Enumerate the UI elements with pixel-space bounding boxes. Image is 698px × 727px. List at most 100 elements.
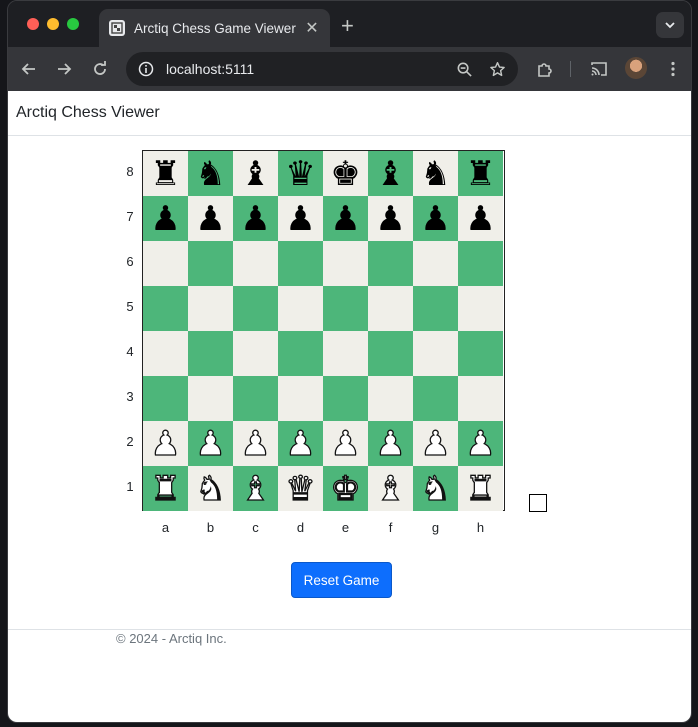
board-square-g3[interactable]: [413, 376, 458, 421]
chess-piece[interactable]: ♟: [330, 202, 360, 236]
board-square-b6[interactable]: [188, 241, 233, 286]
board-square-c8[interactable]: ♝: [233, 151, 278, 196]
board-square-f7[interactable]: ♟: [368, 196, 413, 241]
chess-piece[interactable]: ♟: [195, 426, 227, 461]
forward-arrow-icon[interactable]: [53, 58, 75, 80]
chess-piece[interactable]: ♟: [150, 426, 182, 461]
zoom-out-icon[interactable]: [456, 61, 473, 78]
chess-piece[interactable]: ♝: [375, 157, 405, 191]
chess-piece[interactable]: ♟: [465, 426, 497, 461]
board-square-c2[interactable]: ♟: [233, 421, 278, 466]
chess-piece[interactable]: ♚: [330, 471, 362, 506]
board-square-a1[interactable]: ♜: [143, 466, 188, 511]
board-square-h8[interactable]: ♜: [458, 151, 503, 196]
board-square-b7[interactable]: ♟: [188, 196, 233, 241]
reset-game-button[interactable]: Reset Game: [291, 562, 392, 598]
board-square-e5[interactable]: [323, 286, 368, 331]
board-square-c4[interactable]: [233, 331, 278, 376]
board-square-h5[interactable]: [458, 286, 503, 331]
chess-piece[interactable]: ♟: [240, 426, 272, 461]
chess-piece[interactable]: ♛: [285, 157, 315, 191]
board-square-e6[interactable]: [323, 241, 368, 286]
board-square-h7[interactable]: ♟: [458, 196, 503, 241]
board-square-b2[interactable]: ♟: [188, 421, 233, 466]
board-square-a2[interactable]: ♟: [143, 421, 188, 466]
chess-piece[interactable]: ♚: [330, 157, 360, 191]
reload-icon[interactable]: [89, 58, 111, 80]
chess-board[interactable]: ♜ ♞ ♝ ♛ ♚ ♝ ♞ ♜ ♟ ♟ ♟ ♟ ♟ ♟ ♟ ♟ ♟ ♟ ♟ ♟ ♟ ♟ ♟ ♟ ♜ ♞ ♝ ♛ ♚ ♝ ♞ ♜: [142, 150, 505, 511]
board-square-g7[interactable]: ♟: [413, 196, 458, 241]
chess-piece[interactable]: ♟: [465, 202, 495, 236]
url-text[interactable]: localhost:5111: [166, 61, 456, 77]
board-square-a4[interactable]: [143, 331, 188, 376]
chess-piece[interactable]: ♜: [150, 157, 180, 191]
chess-piece[interactable]: ♟: [240, 202, 270, 236]
board-square-b8[interactable]: ♞: [188, 151, 233, 196]
chess-piece[interactable]: ♟: [150, 202, 180, 236]
chess-piece[interactable]: ♜: [465, 157, 495, 191]
chess-piece[interactable]: ♟: [420, 202, 450, 236]
board-square-f5[interactable]: [368, 286, 413, 331]
chess-piece[interactable]: ♟: [375, 202, 405, 236]
cast-icon[interactable]: [588, 58, 610, 80]
board-square-c6[interactable]: [233, 241, 278, 286]
bookmark-star-icon[interactable]: [489, 61, 506, 78]
chess-piece[interactable]: ♞: [420, 471, 452, 506]
chess-piece[interactable]: ♟: [285, 202, 315, 236]
board-square-h1[interactable]: ♜: [458, 466, 503, 511]
board-square-g8[interactable]: ♞: [413, 151, 458, 196]
board-square-f3[interactable]: [368, 376, 413, 421]
board-square-h6[interactable]: [458, 241, 503, 286]
board-square-f2[interactable]: ♟: [368, 421, 413, 466]
chess-piece[interactable]: ♞: [195, 157, 225, 191]
extensions-puzzle-icon[interactable]: [534, 58, 556, 80]
board-square-d7[interactable]: ♟: [278, 196, 323, 241]
active-tab[interactable]: Arctiq Chess Game Viewer ✕: [99, 9, 330, 47]
back-arrow-icon[interactable]: [18, 58, 40, 80]
board-square-a3[interactable]: [143, 376, 188, 421]
board-square-b1[interactable]: ♞: [188, 466, 233, 511]
board-square-c5[interactable]: [233, 286, 278, 331]
chess-piece[interactable]: ♟: [420, 426, 452, 461]
board-square-d5[interactable]: [278, 286, 323, 331]
board-square-d8[interactable]: ♛: [278, 151, 323, 196]
board-square-c1[interactable]: ♝: [233, 466, 278, 511]
board-square-a5[interactable]: [143, 286, 188, 331]
maximize-window-button[interactable]: [67, 18, 79, 30]
board-square-a6[interactable]: [143, 241, 188, 286]
close-window-button[interactable]: [27, 18, 39, 30]
board-square-g4[interactable]: [413, 331, 458, 376]
chess-piece[interactable]: ♟: [285, 426, 317, 461]
chess-piece[interactable]: ♞: [195, 471, 227, 506]
chess-piece[interactable]: ♝: [375, 471, 407, 506]
board-square-h2[interactable]: ♟: [458, 421, 503, 466]
board-square-a8[interactable]: ♜: [143, 151, 188, 196]
board-square-f1[interactable]: ♝: [368, 466, 413, 511]
new-tab-button[interactable]: +: [341, 13, 354, 39]
board-square-e7[interactable]: ♟: [323, 196, 368, 241]
board-square-b3[interactable]: [188, 376, 233, 421]
board-square-c3[interactable]: [233, 376, 278, 421]
board-square-f4[interactable]: [368, 331, 413, 376]
app-brand[interactable]: Arctiq Chess Viewer: [16, 104, 160, 122]
promotion-checkbox[interactable]: [529, 494, 547, 512]
board-square-d4[interactable]: [278, 331, 323, 376]
board-square-g1[interactable]: ♞: [413, 466, 458, 511]
board-square-e1[interactable]: ♚: [323, 466, 368, 511]
board-square-b4[interactable]: [188, 331, 233, 376]
board-square-g6[interactable]: [413, 241, 458, 286]
chess-piece[interactable]: ♛: [285, 471, 317, 506]
tab-close-icon[interactable]: ✕: [304, 18, 320, 38]
board-square-b5[interactable]: [188, 286, 233, 331]
board-square-e4[interactable]: [323, 331, 368, 376]
board-square-e3[interactable]: [323, 376, 368, 421]
address-bar[interactable]: localhost:5111: [126, 52, 518, 86]
board-square-h3[interactable]: [458, 376, 503, 421]
site-info-icon[interactable]: [138, 61, 154, 77]
board-square-d2[interactable]: ♟: [278, 421, 323, 466]
chess-piece[interactable]: ♝: [240, 157, 270, 191]
board-square-e2[interactable]: ♟: [323, 421, 368, 466]
board-square-h4[interactable]: [458, 331, 503, 376]
board-square-e8[interactable]: ♚: [323, 151, 368, 196]
chess-piece[interactable]: ♟: [375, 426, 407, 461]
